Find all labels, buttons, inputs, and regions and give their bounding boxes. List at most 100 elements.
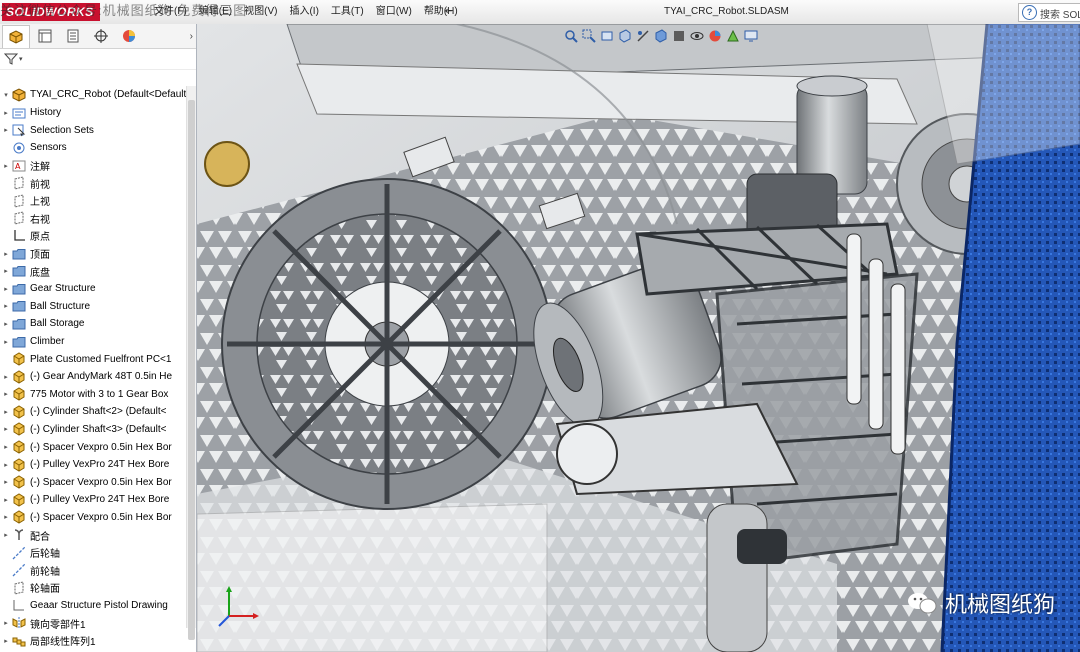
expand-arrow-icon[interactable]: ▸ xyxy=(0,302,12,310)
tree-item-label: Gear Structure xyxy=(30,283,96,295)
expand-arrow-icon[interactable]: ▸ xyxy=(0,338,12,346)
tree-item-label: 轮轴面 xyxy=(30,584,60,596)
expand-arrow-icon[interactable]: ▸ xyxy=(0,390,12,398)
expand-arrow-icon[interactable]: ▸ xyxy=(0,425,12,433)
tree-item[interactable]: ▸ (-) Cylinder Shaft<3> (Default< xyxy=(0,421,186,439)
tree-item[interactable]: 原点 xyxy=(0,227,186,245)
section-view-icon[interactable] xyxy=(617,28,633,44)
view-settings-icon[interactable] xyxy=(743,28,759,44)
tree-item[interactable]: ▸ 局部线性阵列1 xyxy=(0,632,186,650)
crosshair-icon xyxy=(94,29,108,43)
expand-arrow-icon[interactable]: ▸ xyxy=(0,320,12,328)
expand-arrow-icon[interactable]: ▸ xyxy=(0,109,12,117)
tree-item[interactable]: ▸ 镜向零部件1 xyxy=(0,614,186,632)
expand-arrow-icon[interactable]: ▸ xyxy=(0,373,12,381)
tree-item[interactable]: ▸ (-) Spacer Vexpro 0.5in Hex Bor xyxy=(0,509,186,527)
expand-arrow-icon[interactable]: ▸ xyxy=(0,285,12,293)
tabs-overflow-icon[interactable]: › xyxy=(190,31,193,42)
tree-item-label: (-) Gear AndyMark 48T 0.5in He xyxy=(30,371,173,383)
part-icon xyxy=(12,352,26,366)
tree-item[interactable]: Geaar Structure Pistol Drawing xyxy=(0,597,186,615)
zoom-to-fit-icon[interactable] xyxy=(563,28,579,44)
tree-item[interactable]: 前轮轴 xyxy=(0,561,186,579)
tree-item[interactable]: ▸ Climber xyxy=(0,333,186,351)
feature-tree-scrollbar[interactable] xyxy=(186,86,196,640)
tree-item[interactable]: ▸ 配合 xyxy=(0,526,186,544)
tree-item[interactable]: Sensors xyxy=(0,139,186,157)
property-manager-tab[interactable] xyxy=(32,25,58,47)
tree-item-label: (-) Spacer Vexpro 0.5in Hex Bor xyxy=(30,476,172,488)
expand-arrow-icon[interactable]: ▸ xyxy=(0,461,12,469)
apply-scene-icon[interactable] xyxy=(725,28,741,44)
scrollbar-thumb[interactable] xyxy=(188,100,195,640)
configuration-manager-tab[interactable] xyxy=(60,25,86,47)
expand-arrow-icon[interactable]: ▸ xyxy=(0,531,12,539)
tree-item[interactable]: ▸ (-) Spacer Vexpro 0.5in Hex Bor xyxy=(0,473,186,491)
graphics-viewport[interactable]: 机械图纸狗 xyxy=(197,24,1080,652)
expand-arrow-icon[interactable]: ▸ xyxy=(0,250,12,258)
menu-tools[interactable]: 工具(T) xyxy=(325,0,370,24)
tree-item[interactable]: ▸ A 注解 xyxy=(0,157,186,175)
assembly-root-item[interactable]: ▾ TYAI_CRC_Robot (Default<Default_ xyxy=(0,86,192,103)
tree-item[interactable]: ▸ (-) Pulley VexPro 24T Hex Bore xyxy=(0,456,186,474)
pin-menu-icon[interactable]: ⇤ xyxy=(444,6,452,17)
search-box[interactable]: ? 搜索 SOLI xyxy=(1018,3,1080,22)
tree-item-label: 配合 xyxy=(30,531,50,543)
tree-item[interactable]: 后轮轴 xyxy=(0,544,186,562)
tree-item[interactable]: ▸ (-) Pulley VexPro 24T Hex Bore xyxy=(0,491,186,509)
expand-arrow-icon[interactable]: ▸ xyxy=(0,443,12,451)
cad-model-render[interactable] xyxy=(197,24,1080,652)
expand-arrow-icon[interactable]: ▸ xyxy=(0,619,12,627)
tree-item[interactable]: ▸ 775 Motor with 3 to 1 Gear Box xyxy=(0,386,186,404)
tree-item[interactable]: 前视 xyxy=(0,174,186,192)
tree-item[interactable]: 右视 xyxy=(0,210,186,228)
expand-arrow-icon[interactable]: ▸ xyxy=(0,162,12,170)
tree-item[interactable]: ▸ (-) Cylinder Shaft<2> (Default< xyxy=(0,403,186,421)
brand-logo-icon xyxy=(908,593,937,614)
tree-item[interactable]: ▸ Selection Sets xyxy=(0,122,186,140)
expand-arrow-icon[interactable]: ▸ xyxy=(0,126,12,134)
filter-dropdown-icon[interactable]: ▾ xyxy=(19,55,23,63)
zoom-to-area-icon[interactable] xyxy=(581,28,597,44)
folder-icon xyxy=(12,282,26,296)
tree-item[interactable]: 上视 xyxy=(0,192,186,210)
tree-item[interactable]: ▸ Gear Structure xyxy=(0,280,186,298)
display-manager-tab[interactable] xyxy=(116,25,142,47)
expand-arrow-icon[interactable]: ▸ xyxy=(0,637,12,645)
tree-item[interactable]: 轮轴面 xyxy=(0,579,186,597)
view-orientation-icon[interactable] xyxy=(653,28,669,44)
tree-item[interactable]: ▸ Ball Storage xyxy=(0,315,186,333)
menu-help[interactable]: 帮助(H) xyxy=(418,0,464,24)
expand-arrow-icon[interactable]: ▸ xyxy=(0,478,12,486)
display-style-icon[interactable] xyxy=(671,28,687,44)
menu-insert[interactable]: 插入(I) xyxy=(283,0,324,24)
tree-item-label: (-) Spacer Vexpro 0.5in Hex Bor xyxy=(30,511,172,523)
tree-item[interactable]: ▸ (-) Gear AndyMark 48T 0.5in He xyxy=(0,368,186,386)
previous-view-icon[interactable] xyxy=(599,28,615,44)
tree-item[interactable]: ▸ (-) Spacer Vexpro 0.5in Hex Bor xyxy=(0,438,186,456)
dynamic-annotation-icon[interactable] xyxy=(635,28,651,44)
tree-item[interactable]: Plate Customed Fuelfront PC<1 xyxy=(0,350,186,368)
expand-arrow-icon[interactable]: ▸ xyxy=(0,513,12,521)
origin-icon xyxy=(12,229,26,243)
help-icon[interactable]: ? xyxy=(1022,5,1037,20)
hide-show-items-icon[interactable] xyxy=(689,28,705,44)
edit-appearance-icon[interactable] xyxy=(707,28,723,44)
selection-sets-icon xyxy=(12,123,26,137)
appearance-icon xyxy=(123,30,135,42)
expand-arrow-icon[interactable]: ▸ xyxy=(0,267,12,275)
dimxpert-manager-tab[interactable] xyxy=(88,25,114,47)
sketch-icon xyxy=(12,598,26,612)
tree-item[interactable]: ▸ History xyxy=(0,104,186,122)
menu-window[interactable]: 窗口(W) xyxy=(370,0,418,24)
tree-item-label: 后轮轴 xyxy=(30,549,60,561)
expand-arrow-icon[interactable]: ▸ xyxy=(0,408,12,416)
filter-icon[interactable] xyxy=(4,52,18,66)
tree-item[interactable]: ▸ 顶面 xyxy=(0,245,186,263)
expand-arrow-icon[interactable]: ▸ xyxy=(0,496,12,504)
folder-icon xyxy=(12,335,26,349)
tree-item[interactable]: ▸ 底盘 xyxy=(0,262,186,280)
feature-manager-tab[interactable] xyxy=(2,24,30,48)
tree-item[interactable]: ▸ Ball Structure xyxy=(0,298,186,316)
root-expander-icon[interactable]: ▾ xyxy=(0,91,12,99)
